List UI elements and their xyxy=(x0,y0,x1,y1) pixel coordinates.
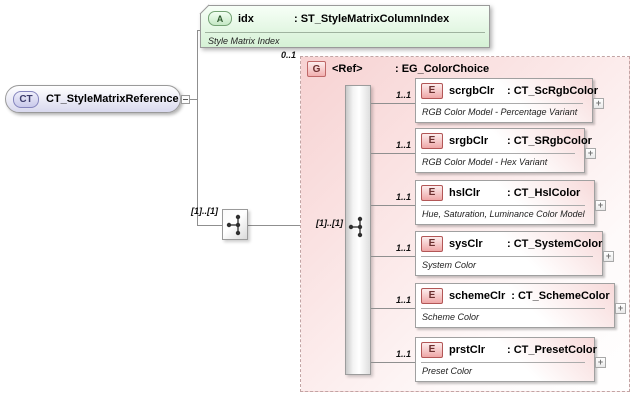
element-annotation: Hue, Saturation, Luminance Color Model xyxy=(422,209,585,219)
element-name: scrgbClr xyxy=(449,84,495,97)
element-annotation: System Color xyxy=(422,260,477,270)
connector-line xyxy=(371,308,415,309)
expand-button[interactable]: + xyxy=(603,251,614,262)
divider xyxy=(421,103,583,104)
inner-choice-cardinality: [1]..[1] xyxy=(316,218,343,228)
complex-type-label: CT_StyleMatrixReference xyxy=(46,93,179,105)
divider xyxy=(421,153,575,154)
attribute-name: idx xyxy=(238,12,254,25)
group-cardinality: 0..1 xyxy=(280,50,296,60)
expand-button[interactable]: + xyxy=(593,98,604,109)
choice-icon xyxy=(348,216,363,238)
element-box-prstClr[interactable]: E prstClr : CT_PresetColor Preset Color xyxy=(415,337,597,382)
element-annotation: RGB Color Model - Percentage Variant xyxy=(422,107,578,117)
element-type: : CT_ScRgbColor xyxy=(507,84,599,97)
minus-icon xyxy=(183,99,188,100)
attribute-box-body: A idx : ST_StyleMatrixColumnIndex Style … xyxy=(200,5,490,48)
divider xyxy=(421,256,593,257)
group-badge: G xyxy=(307,61,326,77)
choice-cardinality: [1]..[1] xyxy=(191,206,218,216)
connector-line xyxy=(371,153,415,154)
element-badge: E xyxy=(421,82,443,99)
element-type: : CT_HslColor xyxy=(507,186,581,199)
connector-line xyxy=(197,225,222,226)
collapse-toggle[interactable] xyxy=(181,95,190,104)
element-name: hslClr xyxy=(449,186,481,199)
element-type: : CT_SRgbColor xyxy=(507,134,592,147)
connector-line xyxy=(371,205,415,206)
attribute-type: : ST_StyleMatrixColumnIndex xyxy=(294,12,450,25)
expand-button[interactable]: + xyxy=(595,200,606,211)
element-box-hslClr[interactable]: E hslClr : CT_HslColor Hue, Saturation, … xyxy=(415,180,595,225)
element-type: : CT_SchemeColor xyxy=(511,289,610,302)
connector-line xyxy=(371,256,415,257)
choice-indicator[interactable] xyxy=(222,209,248,240)
element-name: prstClr xyxy=(449,343,486,356)
element-cardinality: 1..1 xyxy=(395,295,411,305)
element-badge: E xyxy=(421,132,443,149)
attribute-box[interactable]: A idx : ST_StyleMatrixColumnIndex Style … xyxy=(199,4,490,48)
complex-type-badge: CT xyxy=(13,90,39,108)
element-annotation: Scheme Color xyxy=(422,312,480,322)
connector-line xyxy=(190,99,197,100)
choice-icon xyxy=(226,214,241,235)
element-box-schemeClr[interactable]: E schemeClr : CT_SchemeColor Scheme Colo… xyxy=(415,283,615,328)
connector-line xyxy=(371,103,415,104)
divider xyxy=(421,205,585,206)
complex-type-box[interactable]: CT CT_StyleMatrixReference xyxy=(5,85,181,113)
element-name: sysClr xyxy=(449,237,483,250)
expand-button[interactable]: + xyxy=(595,357,606,368)
element-name: schemeClr xyxy=(449,289,506,302)
element-box-srgbClr[interactable]: E srgbClr : CT_SRgbColor RGB Color Model… xyxy=(415,128,592,173)
expand-button[interactable]: + xyxy=(585,148,596,159)
group-name: <Ref> xyxy=(332,63,363,75)
element-annotation: RGB Color Model - Hex Variant xyxy=(422,157,548,167)
attribute-annotation: Style Matrix Index xyxy=(208,36,280,46)
element-badge: E xyxy=(421,341,443,358)
expand-button[interactable]: + xyxy=(615,303,626,314)
group-type: : EG_ColorChoice xyxy=(395,63,490,75)
element-badge: E xyxy=(421,287,443,304)
element-box-scrgbClr[interactable]: E scrgbClr : CT_ScRgbColor RGB Color Mod… xyxy=(415,78,598,123)
element-cardinality: 1..1 xyxy=(395,90,411,100)
element-cardinality: 1..1 xyxy=(395,140,411,150)
element-box-sysClr[interactable]: E sysClr : CT_SystemColor System Color xyxy=(415,231,603,276)
element-badge: E xyxy=(421,235,443,252)
element-annotation: Preset Color xyxy=(422,366,473,376)
element-cardinality: 1..1 xyxy=(395,349,411,359)
element-name: srgbClr xyxy=(449,134,489,147)
divider xyxy=(205,32,485,33)
group-header: G <Ref> : EG_ColorChoice xyxy=(307,61,489,77)
connector-line xyxy=(197,30,198,226)
schema-diagram: CT CT_StyleMatrixReference A idx : ST_St… xyxy=(0,0,635,400)
element-cardinality: 1..1 xyxy=(395,243,411,253)
connector-line xyxy=(371,362,415,363)
element-cardinality: 1..1 xyxy=(395,192,411,202)
divider xyxy=(421,308,605,309)
attribute-badge: A xyxy=(208,11,232,26)
element-type: : CT_SystemColor xyxy=(507,237,603,250)
element-badge: E xyxy=(421,184,443,201)
divider xyxy=(421,362,585,363)
connector-line xyxy=(248,225,300,226)
element-type: : CT_PresetColor xyxy=(507,343,597,356)
